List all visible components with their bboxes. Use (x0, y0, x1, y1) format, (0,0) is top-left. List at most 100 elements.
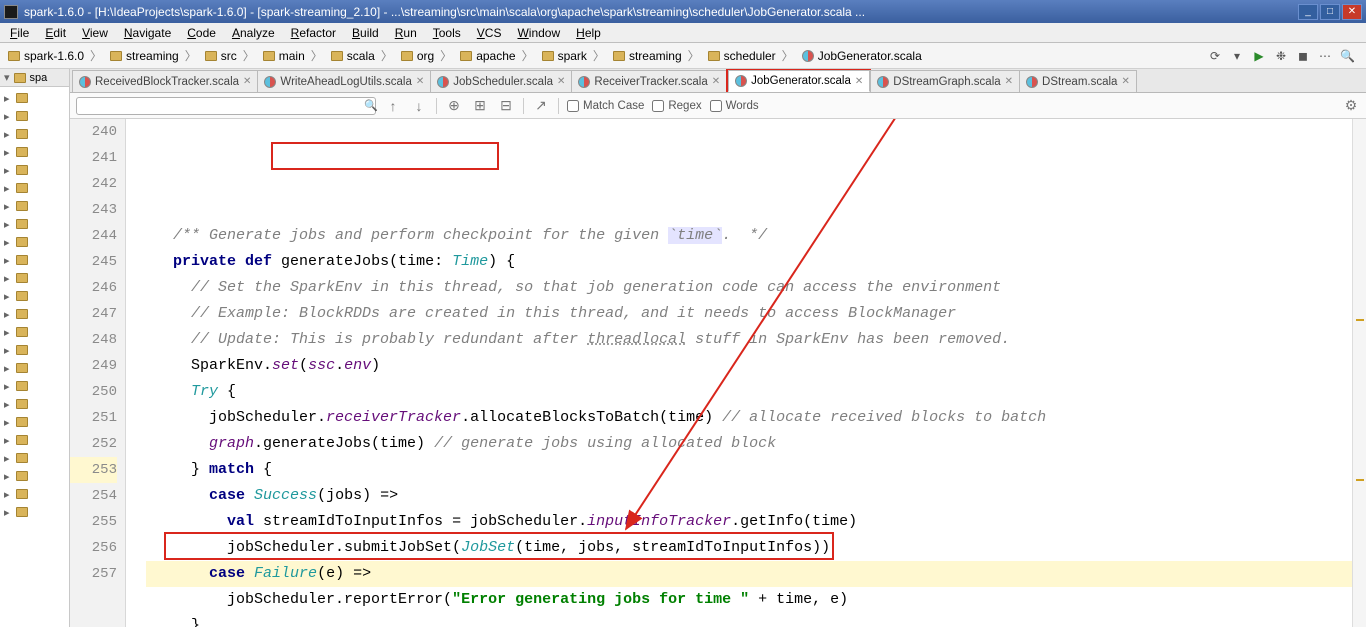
menu-item-file[interactable]: File (4, 24, 35, 42)
breadcrumb-item[interactable]: spark-1.6.0〉 (4, 46, 106, 65)
stop-icon[interactable]: ◼ (1296, 49, 1310, 63)
window-maximize-button[interactable]: □ (1320, 4, 1340, 20)
code-line[interactable]: // Set the SparkEnv in this thread, so t… (146, 275, 1352, 301)
tree-node[interactable]: ▸ (2, 89, 67, 107)
export-icon[interactable]: ↗ (532, 97, 550, 114)
close-tab-icon[interactable]: ✕ (1005, 76, 1013, 87)
editor-tab[interactable]: DStream.scala✕ (1019, 70, 1137, 92)
match-case-checkbox[interactable]: Match Case (567, 100, 644, 112)
code-line[interactable]: Try { (146, 379, 1352, 405)
dropdown-icon[interactable]: ▾ (1230, 49, 1244, 63)
breadcrumb-item[interactable]: scala〉 (327, 46, 397, 65)
window-minimize-button[interactable]: _ (1298, 4, 1318, 20)
tree-node[interactable]: ▸ (2, 359, 67, 377)
tree-node[interactable]: ▸ (2, 413, 67, 431)
prev-match-icon[interactable]: ↑ (384, 98, 402, 114)
code-line[interactable]: jobScheduler.reportError("Error generati… (146, 587, 1352, 613)
menu-item-window[interactable]: Window (511, 24, 566, 42)
code-line[interactable]: jobScheduler.receiverTracker.allocateBlo… (146, 405, 1352, 431)
code-line[interactable]: } match { (146, 457, 1352, 483)
code-line[interactable]: graph.generateJobs(time) // generate job… (146, 431, 1352, 457)
tree-node[interactable]: ▸ (2, 107, 67, 125)
tree-node[interactable]: ▸ (2, 485, 67, 503)
breadcrumb-item[interactable]: org〉 (397, 46, 456, 65)
menu-item-view[interactable]: View (76, 24, 114, 42)
code-line[interactable]: jobScheduler.submitJobSet(JobSet(time, j… (146, 535, 1352, 561)
breadcrumb-item[interactable]: spark〉 (538, 46, 609, 65)
tree-node[interactable]: ▸ (2, 323, 67, 341)
tree-node[interactable]: ▸ (2, 215, 67, 233)
menu-item-code[interactable]: Code (181, 24, 222, 42)
tree-node[interactable]: ▸ (2, 269, 67, 287)
tree-node[interactable]: ▸ (2, 341, 67, 359)
menu-item-build[interactable]: Build (346, 24, 385, 42)
breadcrumb-item[interactable]: JobGenerator.scala (798, 48, 926, 64)
tree-node[interactable]: ▸ (2, 179, 67, 197)
tree-node[interactable]: ▸ (2, 233, 67, 251)
editor-tab[interactable]: ReceivedBlockTracker.scala✕ (72, 70, 258, 92)
select-all-icon[interactable]: ⊞ (471, 97, 489, 114)
breadcrumb-item[interactable]: src〉 (201, 46, 259, 65)
editor-tab[interactable]: JobScheduler.scala✕ (430, 70, 572, 92)
code-line[interactable]: case Success(jobs) => (146, 483, 1352, 509)
more-icon[interactable]: ⋯ (1318, 49, 1332, 63)
close-tab-icon[interactable]: ✕ (712, 76, 720, 87)
warning-marker[interactable] (1356, 319, 1364, 321)
words-checkbox[interactable]: Words (710, 100, 759, 112)
close-tab-icon[interactable]: ✕ (1121, 76, 1129, 87)
editor-tab[interactable]: ReceiverTracker.scala✕ (571, 70, 727, 92)
close-tab-icon[interactable]: ✕ (557, 76, 565, 87)
menu-item-refactor[interactable]: Refactor (285, 24, 342, 42)
warning-marker[interactable] (1356, 479, 1364, 481)
menu-item-navigate[interactable]: Navigate (118, 24, 177, 42)
code-line[interactable]: /** Generate jobs and perform checkpoint… (146, 223, 1352, 249)
menu-item-vcs[interactable]: VCS (471, 24, 508, 42)
code-line[interactable]: SparkEnv.set(ssc.env) (146, 353, 1352, 379)
tree-node[interactable]: ▸ (2, 449, 67, 467)
editor-tab[interactable]: WriteAheadLogUtils.scala✕ (257, 70, 431, 92)
tree-node[interactable]: ▸ (2, 503, 67, 521)
next-match-icon[interactable]: ↓ (410, 98, 428, 114)
editor-tab[interactable]: DStreamGraph.scala✕ (870, 70, 1020, 92)
regex-checkbox[interactable]: Regex (652, 100, 701, 112)
close-tab-icon[interactable]: ✕ (243, 76, 251, 87)
breadcrumb-item[interactable]: streaming〉 (609, 46, 704, 65)
tree-node[interactable]: ▸ (2, 305, 67, 323)
add-selection-icon[interactable]: ⊕ (445, 97, 463, 114)
code-line[interactable]: // Example: BlockRDDs are created in thi… (146, 301, 1352, 327)
close-tab-icon[interactable]: ✕ (416, 76, 424, 87)
debug-icon[interactable]: ❉ (1274, 49, 1288, 63)
code-line[interactable]: val streamIdToInputInfos = jobScheduler.… (146, 509, 1352, 535)
search-icon[interactable]: 🔍 (1340, 49, 1354, 63)
menu-item-edit[interactable]: Edit (39, 24, 72, 42)
window-close-button[interactable]: ✕ (1342, 4, 1362, 20)
tree-node[interactable]: ▸ (2, 377, 67, 395)
tree-node[interactable]: ▸ (2, 395, 67, 413)
close-tab-icon[interactable]: ✕ (855, 76, 863, 87)
tree-node[interactable]: ▸ (2, 467, 67, 485)
find-input[interactable] (76, 97, 376, 115)
sync-icon[interactable]: ⟳ (1208, 49, 1222, 63)
tree-node[interactable]: ▸ (2, 287, 67, 305)
tree-node[interactable]: ▸ (2, 161, 67, 179)
menu-item-analyze[interactable]: Analyze (226, 24, 281, 42)
run-icon[interactable]: ▶ (1252, 49, 1266, 63)
breadcrumb-item[interactable]: streaming〉 (106, 46, 201, 65)
tree-node[interactable]: ▸ (2, 125, 67, 143)
breadcrumb-item[interactable]: scheduler〉 (704, 46, 798, 65)
code-area[interactable]: 2402412422432442452462472482492502512522… (70, 119, 1366, 627)
editor-tab[interactable]: JobGenerator.scala✕ (728, 70, 870, 92)
marker-strip[interactable] (1352, 119, 1366, 627)
menu-item-help[interactable]: Help (570, 24, 607, 42)
breadcrumb-item[interactable]: apache〉 (456, 46, 537, 65)
tree-node[interactable]: ▸ (2, 143, 67, 161)
findbar-settings-icon[interactable]: ⚙ (1342, 97, 1360, 114)
code-line[interactable]: private def generateJobs(time: Time) { (146, 249, 1352, 275)
remove-selection-icon[interactable]: ⊟ (497, 97, 515, 114)
code-content[interactable]: /** Generate jobs and perform checkpoint… (126, 119, 1352, 627)
code-line[interactable]: case Failure(e) => (146, 561, 1352, 587)
menu-item-run[interactable]: Run (389, 24, 423, 42)
menu-item-tools[interactable]: Tools (427, 24, 467, 42)
code-line[interactable]: } (146, 613, 1352, 627)
project-tab[interactable]: ▾ spa (0, 69, 69, 87)
